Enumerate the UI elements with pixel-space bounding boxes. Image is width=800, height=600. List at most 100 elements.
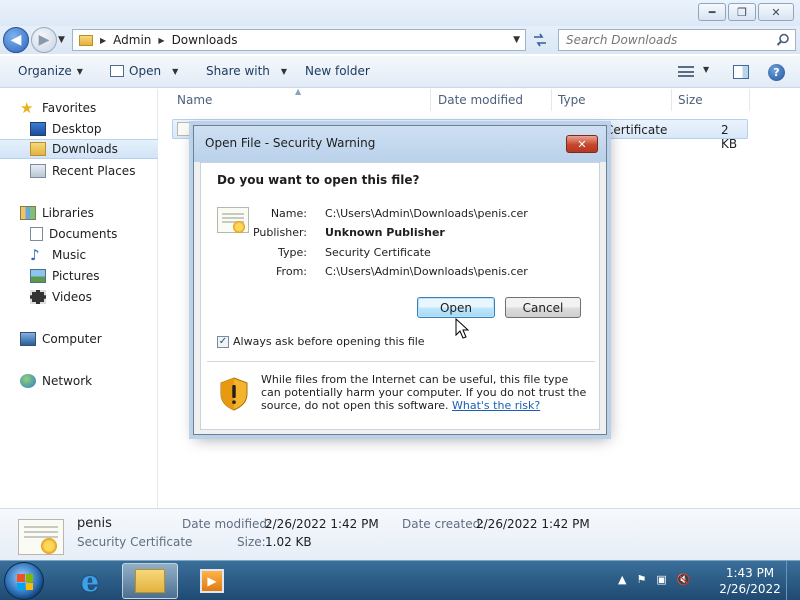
breadcrumb-admin[interactable]: Admin [113,33,151,47]
nav-pictures-label: Pictures [52,269,100,283]
type-value: Security Certificate [325,246,431,259]
type-label: Type: [278,246,307,259]
whats-the-risk-link[interactable]: What's the risk? [452,399,540,412]
sort-ascending-icon: ▲ [295,87,302,96]
chevron-down-icon: ▼ [172,66,179,76]
checkbox-check-icon[interactable]: ✓ [217,335,229,348]
open-button[interactable]: Open [417,297,495,318]
organize-button[interactable]: Organize ▼ [18,64,83,78]
nav-music[interactable]: ♪ Music [30,245,188,265]
taskbar-media-player[interactable]: ▶ [184,563,240,599]
view-dropdown-icon[interactable]: ▼ [703,65,709,74]
nav-computer[interactable]: Computer [20,329,178,349]
volume-muted-icon[interactable]: 🔇 [677,573,691,586]
new-folder-button[interactable]: New folder [305,64,370,78]
search-box[interactable] [558,29,796,51]
dialog-close-button[interactable]: ✕ [566,135,598,153]
maximize-icon: ❐ [737,5,747,19]
breadcrumb-downloads[interactable]: Downloads [172,33,238,47]
share-with-button[interactable]: Share with ▼ [206,64,287,78]
pictures-icon [30,269,46,283]
divider [207,361,595,362]
search-icon[interactable] [776,33,790,47]
nav-videos[interactable]: Videos [30,287,188,307]
details-size-label: Size: [237,535,266,549]
file-size: 2 KB [721,123,738,151]
organize-label: Organize [18,64,72,78]
preview-pane-icon[interactable] [733,65,749,79]
dialog-title: Open File - Security Warning [205,136,376,150]
computer-icon [20,332,36,346]
change-view-icon[interactable] [678,66,694,78]
warning-shield-icon [220,377,248,411]
videos-icon [30,290,46,304]
nav-computer-label: Computer [42,332,102,346]
show-desktop-button[interactable] [786,561,800,600]
maximize-button[interactable]: ❐ [728,3,756,21]
address-dropdown-icon[interactable]: ▼ [513,35,520,45]
column-header-type[interactable]: Type [552,89,672,111]
column-header-name[interactable]: Name ▲ [171,87,431,111]
nav-documents[interactable]: Documents [30,224,188,244]
navigation-pane: ★ Favorites Desktop Downloads Recent Pla… [0,89,158,509]
network-status-icon[interactable]: ▣ [656,573,666,586]
certificate-icon [18,519,64,555]
share-with-label: Share with [206,64,270,78]
title-bar: ━ ❐ ✕ [0,0,800,26]
recent-pages-dropdown-icon[interactable]: ▼ [58,35,65,45]
nav-recent-places[interactable]: Recent Places [30,161,188,181]
chevron-down-icon: ▼ [280,66,288,76]
nav-network[interactable]: Network [20,371,178,391]
show-hidden-icons-icon[interactable]: ▲ [618,573,626,586]
name-label: Name: [270,207,307,220]
nav-favorites[interactable]: ★ Favorites [20,98,178,118]
recent-places-icon [30,164,46,178]
nav-libraries-label: Libraries [42,206,94,220]
breadcrumb-arrow-icon[interactable]: ▶ [100,36,106,45]
forward-button[interactable]: ▶ [31,27,57,53]
action-center-flag-icon[interactable]: ⚑ [636,573,646,586]
new-folder-label: New folder [305,64,370,78]
nav-desktop-label: Desktop [52,122,102,136]
cancel-button[interactable]: Cancel [505,297,581,318]
clock[interactable]: 1:43 PM 2/26/2022 [718,565,782,597]
taskbar-windows-explorer[interactable] [122,563,178,599]
always-ask-checkbox[interactable]: ✓ Always ask before opening this file [217,335,425,348]
nav-videos-label: Videos [52,290,92,304]
publisher-label: Publisher: [252,226,307,239]
name-value: C:\Users\Admin\Downloads\penis.cer [325,207,528,220]
column-header-size[interactable]: Size [672,89,750,111]
taskbar-internet-explorer[interactable]: e [62,563,118,599]
system-tray: ▲ ⚑ ▣ 🔇 [618,573,690,586]
column-header-date-modified[interactable]: Date modified [432,89,552,111]
help-icon[interactable]: ? [768,64,785,81]
nav-downloads[interactable]: Downloads [0,139,158,159]
nav-libraries[interactable]: Libraries [20,203,178,223]
file-type: Certificate [605,123,668,137]
start-button[interactable] [4,562,44,600]
open-button[interactable]: Open ▼ [110,64,178,78]
libraries-icon [20,206,36,220]
dialog-title-bar: Open File - Security Warning ✕ [194,126,606,162]
publisher-value: Unknown Publisher [325,226,445,239]
chevron-down-icon: ▼ [76,66,83,76]
column-type-label: Type [558,93,586,107]
details-date-modified: 2/26/2022 1:42 PM [265,517,379,531]
minimize-button[interactable]: ━ [698,3,726,21]
close-icon: ✕ [771,5,781,19]
address-bar[interactable]: ▶ Admin ▶ Downloads ▼ [72,29,526,51]
nav-desktop[interactable]: Desktop [30,119,188,139]
refresh-button[interactable] [530,30,550,50]
search-input[interactable] [566,33,766,47]
column-date-modified-label: Date modified [438,93,524,107]
security-warning-dialog: Open File - Security Warning ✕ Do you wa… [193,125,607,435]
media-player-icon: ▶ [200,569,224,593]
music-icon: ♪ [30,246,40,264]
nav-pictures[interactable]: Pictures [30,266,188,286]
breadcrumb-arrow-icon[interactable]: ▶ [158,36,164,45]
close-window-button[interactable]: ✕ [758,3,794,21]
back-button[interactable]: ◀ [3,27,29,53]
details-size: 1.02 KB [265,535,312,549]
nav-network-label: Network [42,374,93,388]
certificate-icon [177,122,193,136]
